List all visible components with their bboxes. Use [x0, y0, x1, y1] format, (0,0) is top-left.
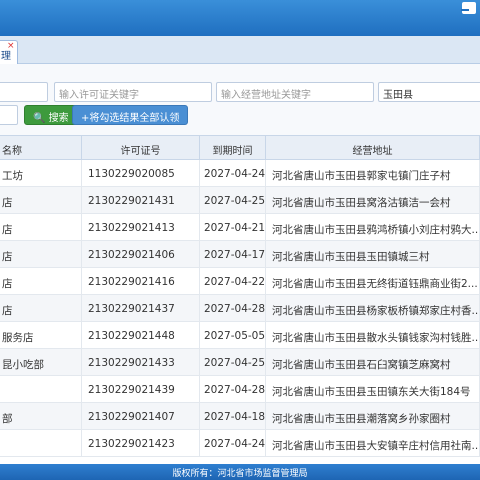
cell-name: 店 [0, 241, 82, 268]
cell-address: 河北省唐山市玉田县玉田镇城三村 [266, 241, 480, 268]
cell-address: 河北省唐山市玉田县鸦鸿桥镇小刘庄村鸦大... [266, 214, 480, 241]
cell-expiry: 2027-04-28 [200, 295, 266, 322]
cell-name: 店 [0, 214, 82, 241]
cell-expiry: 2027-04-24 [200, 430, 266, 457]
cell-name: 店 [0, 187, 82, 214]
search-icon: 🔍 [33, 113, 46, 124]
cell-name: 服务店 [0, 322, 82, 349]
cell-license: 2130229021439 [82, 376, 200, 403]
cell-expiry: 2027-04-25 [200, 187, 266, 214]
claim-all-button-label: +将勾选结果全部认领 [81, 113, 180, 124]
cell-name: 工坊 [0, 160, 82, 187]
cell-license: 2130229021416 [82, 268, 200, 295]
license-input[interactable]: 输入许可证关键字 [54, 82, 212, 102]
cell-address: 河北省唐山市玉田县石臼窝镇芝麻窝村 [266, 349, 480, 376]
cell-name: 部 [0, 403, 82, 430]
tab-strip: 理 [0, 36, 480, 64]
cell-license: 2130229021448 [82, 322, 200, 349]
cell-expiry: 2027-04-28 [200, 376, 266, 403]
cell-address: 河北省唐山市玉田县散水头镇钱家沟村钱胜... [266, 322, 480, 349]
cell-address: 河北省唐山市玉田县玉田镇东关大街184号 [266, 376, 480, 403]
cell-license: 1130229020085 [82, 160, 200, 187]
name-input[interactable] [0, 82, 48, 102]
cell-expiry: 2027-04-21 [200, 214, 266, 241]
results-table: 名称 许可证号 到期时间 经营地址 工坊 1130229020085 2027-04… [0, 135, 480, 465]
cell-name: 店 [0, 295, 82, 322]
col-expiry[interactable]: 到期时间 [200, 136, 266, 160]
cell-address: 河北省唐山市玉田县无终街道钰鼎商业街2... [266, 268, 480, 295]
cell-license: 2130229021431 [82, 187, 200, 214]
cell-name: 店 [0, 268, 82, 295]
tab-label: 理 [1, 51, 11, 62]
minimize-icon [461, 9, 469, 11]
cell-expiry: 2027-04-25 [200, 349, 266, 376]
address-input[interactable]: 输入经营地址关键字 [216, 82, 374, 102]
footer-text: 版权所有：河北省市场监督管理局 [172, 469, 308, 479]
cell-license: 2130229021433 [82, 349, 200, 376]
footer: 版权所有：河北省市场监督管理局 [0, 464, 480, 480]
cell-license: 2130229021407 [82, 403, 200, 430]
cell-license: 2130229021413 [82, 214, 200, 241]
extra-input[interactable] [0, 105, 18, 125]
cell-address: 河北省唐山市玉田县潮落窝乡孙家圈村 [266, 403, 480, 430]
cell-address: 河北省唐山市玉田县郭家屯镇门庄子村 [266, 160, 480, 187]
cell-address: 河北省唐山市玉田县窝洛沽镇洁一会村 [266, 187, 480, 214]
cell-expiry: 2027-04-17 [200, 241, 266, 268]
search-button[interactable]: 🔍 搜索 [24, 105, 78, 125]
county-select[interactable]: 玉田县 [378, 82, 480, 102]
close-icon[interactable]: × [7, 42, 15, 51]
cell-name [0, 376, 82, 403]
cell-name: 昆小吃部 [0, 349, 82, 376]
claim-all-button[interactable]: +将勾选结果全部认领 [72, 105, 189, 125]
cell-expiry: 2027-04-18 [200, 403, 266, 430]
search-button-label: 搜索 [48, 113, 69, 124]
cell-address: 河北省唐山市玉田县杨家板桥镇郑家庄村香... [266, 295, 480, 322]
cell-expiry: 2027-04-22 [200, 268, 266, 295]
app-header [0, 0, 480, 36]
cell-expiry: 2027-05-05 [200, 322, 266, 349]
cell-license: 2130229021437 [82, 295, 200, 322]
col-license[interactable]: 许可证号 [82, 136, 200, 160]
cell-expiry: 2027-04-24 [200, 160, 266, 187]
cell-name [0, 430, 82, 457]
table-header: 名称 许可证号 到期时间 经营地址 [0, 136, 480, 160]
cell-license: 2130229021423 [82, 430, 200, 457]
col-address[interactable]: 经营地址 [266, 136, 480, 160]
col-name[interactable]: 名称 [0, 136, 82, 160]
cell-address: 河北省唐山市玉田县大安镇辛庄村信用社南... [266, 430, 480, 457]
window-control[interactable] [461, 2, 476, 14]
cell-license: 2130229021406 [82, 241, 200, 268]
